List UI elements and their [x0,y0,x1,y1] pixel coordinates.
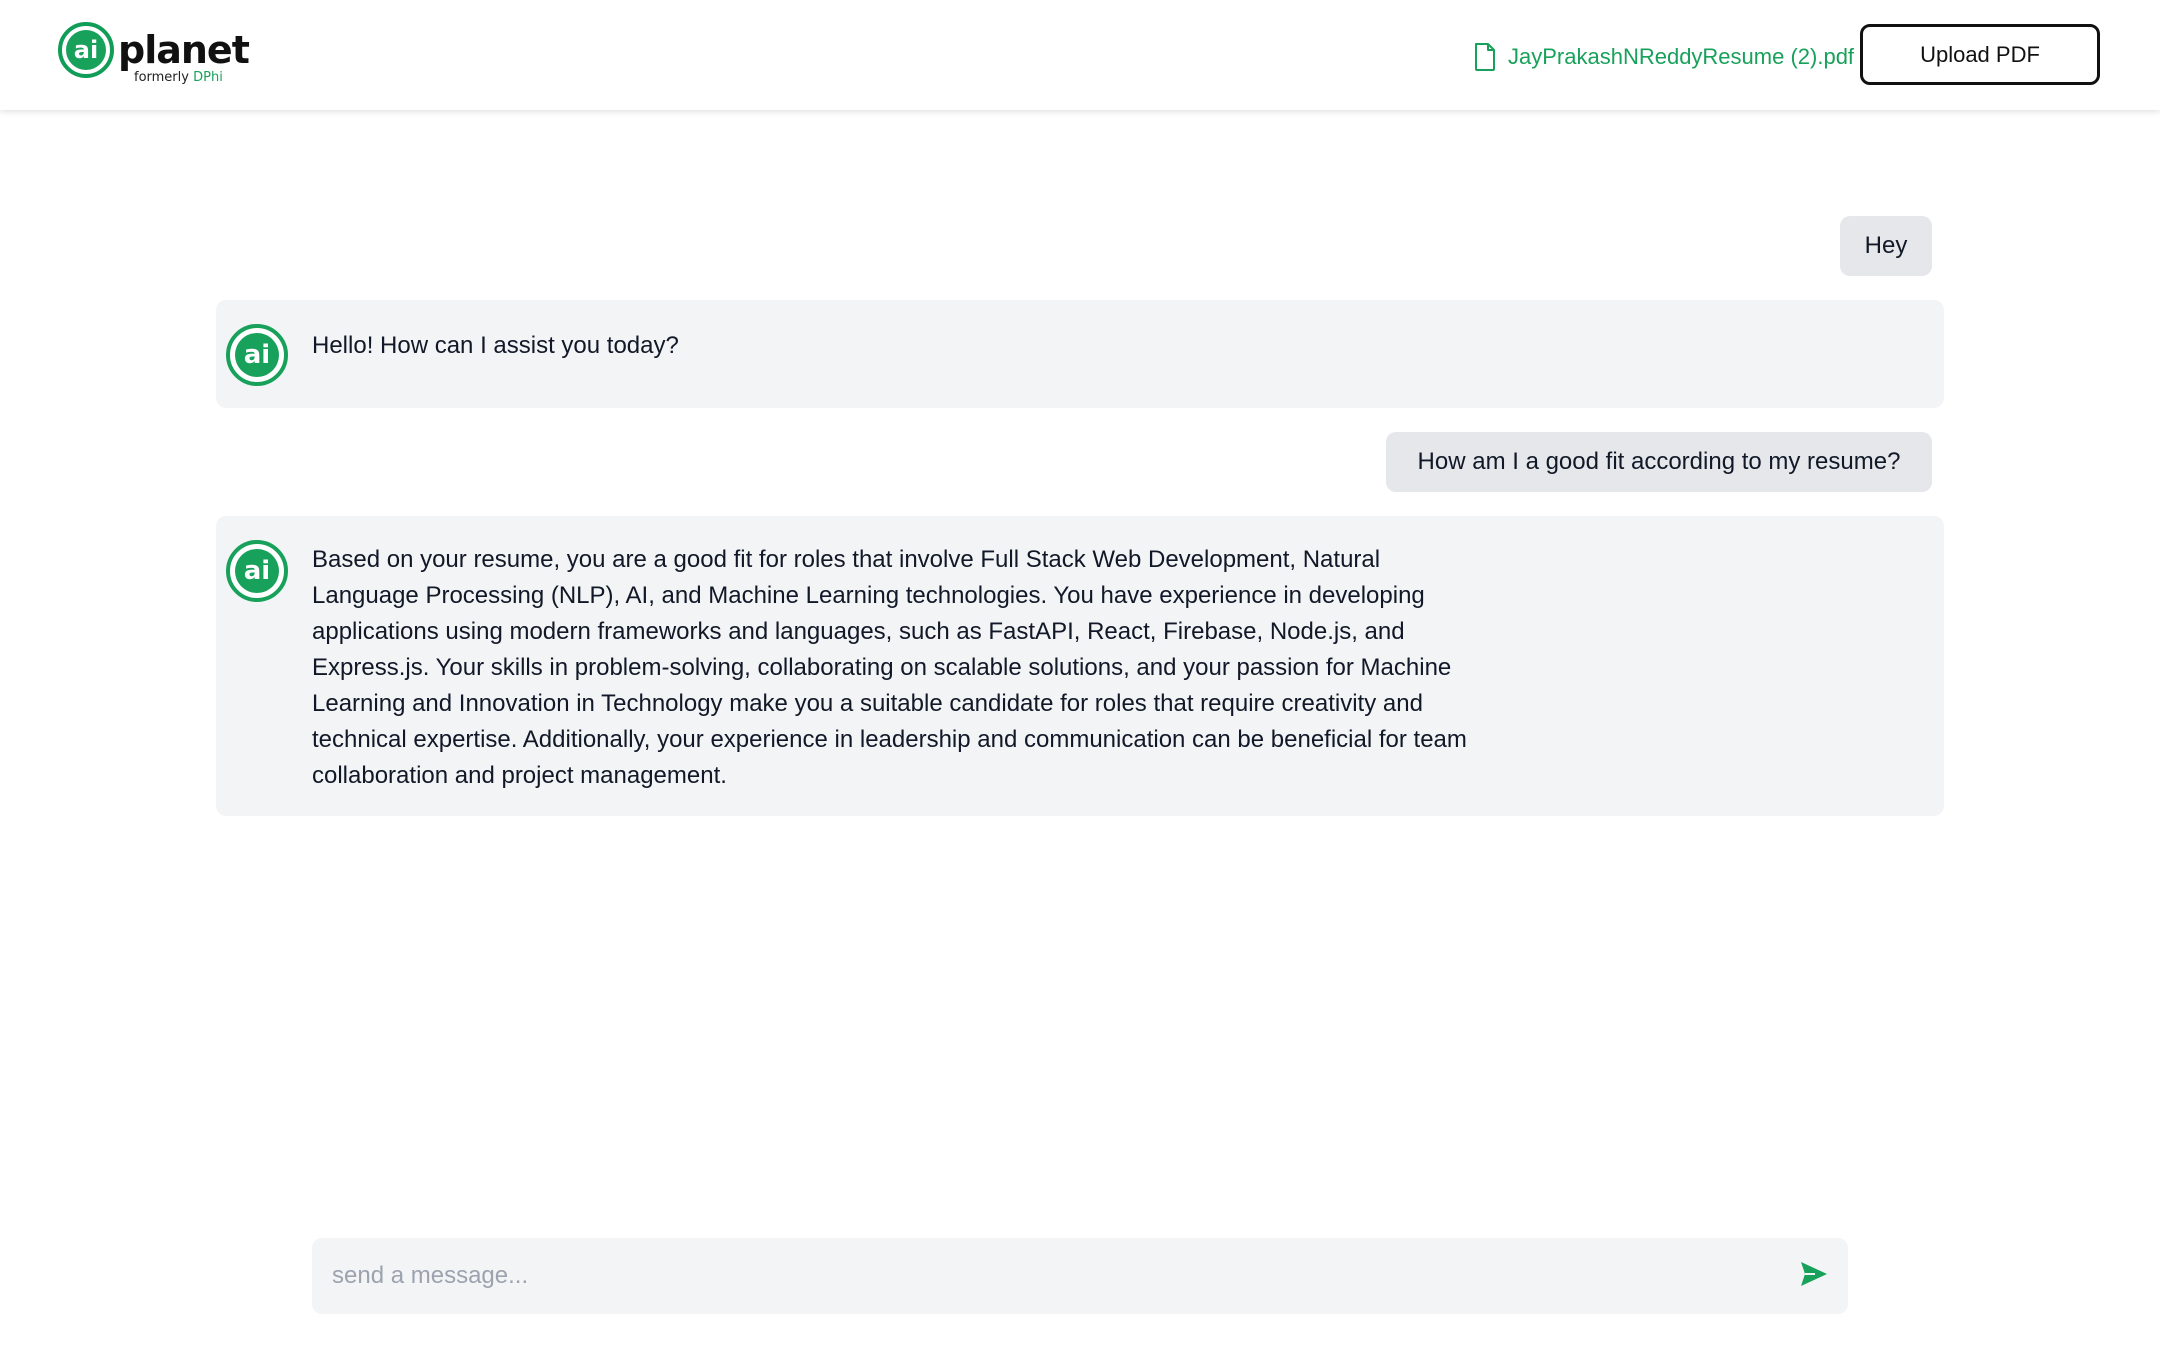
assistant-avatar: ai [226,540,288,602]
ai-planet-logo[interactable]: ai planet formerly DPhi [58,22,250,88]
message-composer [312,1238,1848,1314]
logo-tagline-accent: DPhi [193,70,223,85]
send-button[interactable] [1796,1258,1832,1294]
file-icon [1474,43,1496,71]
user-message: How am I a good fit according to my resu… [1386,432,1932,492]
upload-pdf-button[interactable]: Upload PDF [1860,24,2100,85]
assistant-avatar-text: ai [235,333,279,377]
chat-thread: Hey ai Hello! How can I assist you today… [0,110,2160,1230]
logo-badge: ai [58,22,114,78]
message-input[interactable] [332,1238,1772,1314]
user-message: Hey [1840,216,1932,276]
assistant-avatar: ai [226,324,288,386]
user-message-text: How am I a good fit according to my resu… [1417,448,1901,475]
app-header: ai planet formerly DPhi JayPrakashNReddy… [0,0,2160,110]
uploaded-file-link[interactable]: JayPrakashNReddyResume (2).pdf [1474,40,1854,74]
assistant-message: ai Hello! How can I assist you today? [216,300,1944,408]
uploaded-file-name: JayPrakashNReddyResume (2).pdf [1508,44,1855,69]
assistant-message-text: Based on your resume, you are a good fit… [312,546,1467,789]
assistant-avatar-text: ai [235,549,279,593]
logo-wordmark: planet [118,28,250,72]
logo-tagline-prefix: formerly [134,70,189,85]
user-message-text: Hey [1864,232,1908,259]
send-icon [1800,1261,1828,1292]
logo-badge-text: ai [66,30,106,70]
logo-tagline: formerly DPhi [134,70,223,85]
assistant-message-text: Hello! How can I assist you today? [312,332,679,359]
assistant-message: ai Based on your resume, you are a good … [216,516,1944,816]
